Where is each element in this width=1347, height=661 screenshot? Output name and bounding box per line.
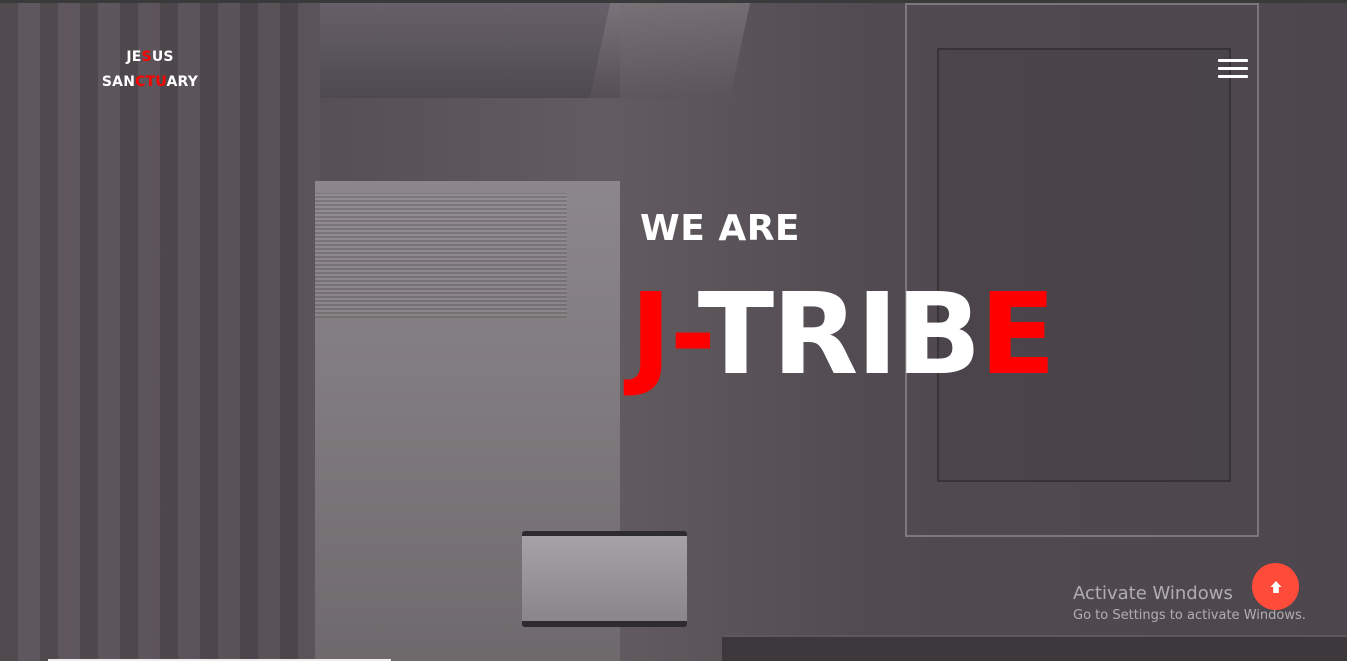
menu-bar: [1218, 75, 1248, 78]
ceiling: [320, 3, 620, 98]
hamburger-menu-icon[interactable]: [1216, 57, 1250, 81]
logo-line-1: JESUS: [96, 45, 204, 70]
logo-line-2: SANCTUARY: [96, 70, 204, 95]
logo-text-accent: S: [141, 49, 152, 65]
hero-subtitle: WE ARE: [640, 208, 801, 249]
menu-bar: [1218, 59, 1248, 62]
artwork-frame: [937, 48, 1231, 482]
hero-title: J-TRIBE: [630, 270, 1056, 400]
crown-molding: [589, 3, 751, 98]
window-blind: [315, 193, 567, 318]
hero-title-white: TRIB: [697, 270, 982, 400]
hero-title-red: J-: [630, 270, 700, 400]
menu-bar: [1218, 67, 1248, 70]
desk: [722, 635, 1347, 661]
lamp-shade: [522, 531, 687, 627]
logo-text: ARY: [166, 74, 199, 90]
logo-text-accent: CTU: [135, 74, 167, 90]
logo-text: US: [151, 49, 174, 65]
logo-text: SAN: [101, 74, 136, 90]
hero-title-red-end: E: [979, 270, 1056, 400]
logo-text: JE: [126, 49, 142, 65]
arrow-up-icon: [1270, 580, 1281, 593]
scroll-to-top-button[interactable]: [1252, 563, 1299, 610]
site-logo[interactable]: JESUS SANCTUARY: [96, 45, 204, 95]
curtain: [0, 3, 320, 661]
